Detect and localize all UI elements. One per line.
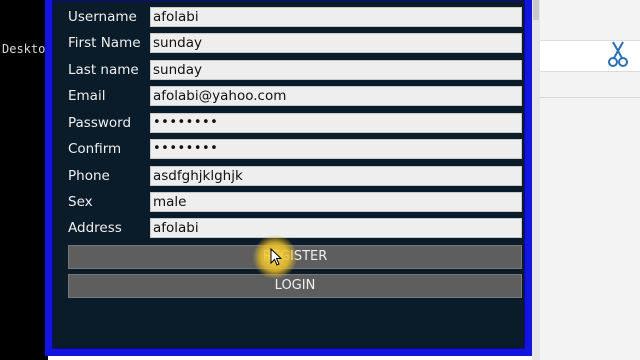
background-scrollbar[interactable]: [532, 0, 540, 360]
username-row: Username afolabi: [61, 7, 524, 27]
first-name-row: First Name sunday: [61, 33, 524, 53]
address-label: Address: [68, 220, 122, 236]
phone-label: Phone: [68, 168, 110, 184]
email-label: Email: [68, 88, 106, 104]
address-row: Address afolabi: [61, 218, 524, 238]
background-divider: [540, 97, 640, 98]
first-name-field[interactable]: sunday: [150, 33, 522, 53]
confirm-label: Confirm: [68, 141, 122, 157]
username-label: Username: [68, 9, 137, 25]
scissors-icon[interactable]: [606, 40, 630, 68]
password-label: Password: [68, 115, 132, 131]
address-field[interactable]: afolabi: [150, 218, 522, 238]
phone-field[interactable]: asdfghjklghjk: [150, 166, 522, 186]
sex-row: Sex male: [61, 192, 524, 212]
last-name-field[interactable]: sunday: [150, 60, 522, 80]
login-button[interactable]: LOGIN: [68, 274, 522, 298]
password-field[interactable]: ••••••••: [150, 113, 522, 133]
background-scrollbar-thumb[interactable]: [533, 0, 539, 20]
mouse-cursor-icon: [270, 248, 282, 266]
terminal-text: Deskto: [2, 42, 46, 56]
password-row: Password ••••••••: [61, 113, 524, 133]
background-terminal: Deskto: [0, 0, 48, 360]
confirm-password-field[interactable]: ••••••••: [150, 139, 522, 159]
last-name-label: Last name: [68, 62, 139, 78]
first-name-label: First Name: [68, 35, 141, 51]
confirm-row: Confirm ••••••••: [61, 139, 524, 159]
username-field[interactable]: afolabi: [150, 7, 522, 27]
phone-row: Phone asdfghjklghjk: [61, 166, 524, 186]
sex-label: Sex: [68, 194, 93, 210]
email-row: Email afolabi@yahoo.com: [61, 86, 524, 106]
email-field[interactable]: afolabi@yahoo.com: [150, 86, 522, 106]
sex-field[interactable]: male: [150, 192, 522, 212]
last-name-row: Last name sunday: [61, 60, 524, 80]
registration-window: Username afolabi First Name sunday Last …: [45, 0, 532, 356]
